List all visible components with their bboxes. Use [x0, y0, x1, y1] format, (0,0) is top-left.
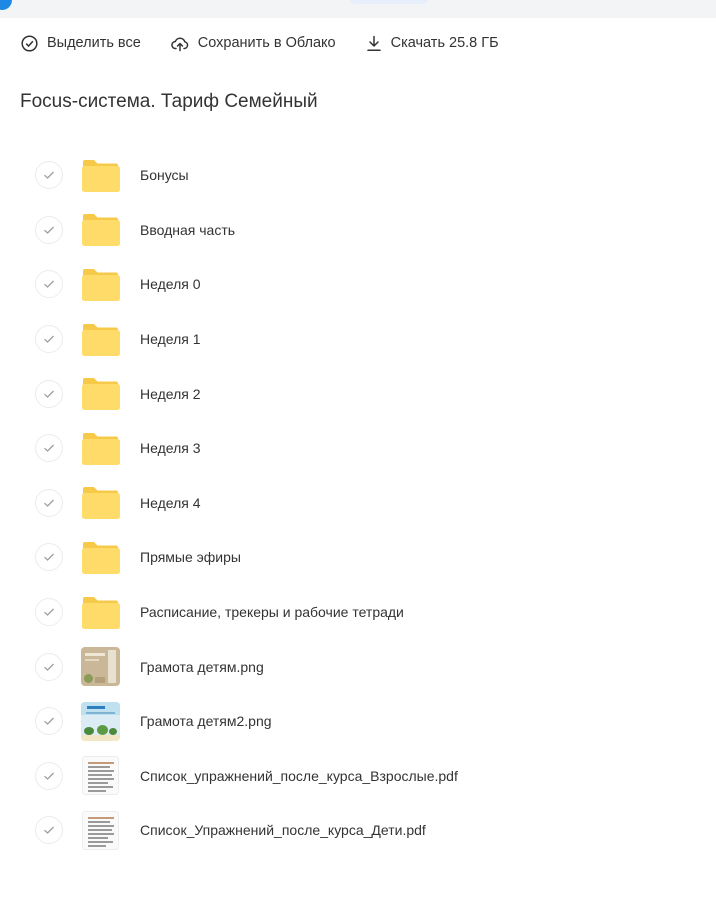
select-checkbox[interactable] — [35, 325, 63, 354]
file-list: Бонусы Вводная часть Неделя 0 Неделя 1 Недел… — [0, 148, 716, 858]
image-thumbnail-icon — [81, 701, 120, 741]
toolbar: Выделить все Сохранить в Облако Скачать … — [21, 30, 529, 56]
list-item[interactable]: Вводная часть — [0, 203, 716, 258]
download-icon — [366, 35, 381, 51]
item-name: Неделя 3 — [140, 440, 201, 457]
select-checkbox[interactable] — [35, 761, 63, 790]
check-circle-icon — [21, 34, 38, 52]
item-name: Неделя 4 — [140, 494, 201, 511]
item-name: Грамота детям.png — [140, 658, 264, 675]
select-checkbox[interactable] — [35, 543, 63, 572]
select-checkbox[interactable] — [35, 215, 63, 244]
checkmark-icon — [44, 772, 54, 780]
checkmark-icon — [44, 717, 54, 726]
download-label: Скачать 25.8 ГБ — [390, 35, 499, 51]
checkmark-icon — [44, 281, 54, 289]
folder-icon — [81, 320, 120, 359]
page-title: Focus-система. Тариф Семейный — [20, 91, 318, 112]
list-item[interactable]: Расписание, трекеры и рабочие тетради — [0, 585, 716, 640]
item-name: Бонусы — [140, 167, 189, 184]
folder-icon — [81, 210, 120, 249]
folder-icon — [81, 429, 120, 468]
save-to-cloud-button[interactable]: Сохранить в Облако — [170, 35, 336, 52]
item-name: Неделя 2 — [140, 385, 201, 402]
top-strip — [0, 0, 716, 18]
list-item[interactable]: Список_Упражнений_после_курса_Дети.pdf — [0, 803, 716, 858]
checkmark-icon — [44, 444, 54, 453]
pdf-thumbnail-icon — [81, 810, 120, 850]
checkmark-icon — [44, 226, 54, 234]
download-button[interactable]: Скачать 25.8 ГБ — [366, 35, 499, 52]
header-pill[interactable] — [350, 0, 428, 4]
folder-icon — [81, 483, 120, 522]
checkmark-icon — [44, 499, 54, 507]
item-name: Неделя 1 — [140, 331, 201, 348]
folder-icon — [81, 538, 120, 577]
select-checkbox[interactable] — [35, 816, 63, 845]
select-checkbox[interactable] — [35, 598, 63, 627]
list-item[interactable]: Грамота детям.png — [0, 639, 716, 694]
list-item[interactable]: Неделя 1 — [0, 312, 716, 367]
folder-icon — [81, 265, 120, 304]
folder-icon — [81, 374, 120, 413]
list-item[interactable]: Грамота детям2.png — [0, 694, 716, 749]
select-checkbox[interactable] — [35, 488, 63, 517]
select-checkbox[interactable] — [35, 434, 63, 463]
folder-icon — [81, 593, 120, 632]
save-to-cloud-label: Сохранить в Облако — [197, 35, 336, 51]
item-name: Список_Упражнений_после_курса_Дети.pdf — [140, 822, 426, 839]
list-item[interactable]: Неделя 2 — [0, 366, 716, 421]
select-checkbox[interactable] — [35, 379, 63, 408]
list-item[interactable]: Неделя 3 — [0, 421, 716, 476]
item-name: Вводная часть — [140, 221, 236, 238]
checkmark-icon — [44, 553, 54, 562]
select-checkbox[interactable] — [35, 270, 63, 299]
select-checkbox[interactable] — [35, 161, 63, 190]
list-item[interactable]: Прямые эфиры — [0, 530, 716, 585]
cloud-upload-icon — [170, 37, 189, 51]
item-name: Грамота детям2.png — [140, 713, 272, 730]
checkmark-icon — [44, 335, 54, 343]
checkmark-icon — [44, 390, 54, 398]
select-checkbox[interactable] — [35, 652, 63, 681]
select-all-button[interactable]: Выделить все — [21, 34, 141, 52]
checkmark-icon — [44, 171, 54, 180]
image-thumbnail-icon — [81, 647, 120, 687]
checkmark-icon — [44, 663, 54, 671]
checkmark-icon — [44, 826, 54, 835]
list-item[interactable]: Бонусы — [0, 148, 716, 203]
checkmark-icon — [44, 608, 54, 616]
list-item[interactable]: Неделя 4 — [0, 476, 716, 531]
header-avatar[interactable] — [0, 0, 12, 10]
list-item[interactable]: Неделя 0 — [0, 257, 716, 312]
list-item[interactable]: Список_упражнений_после_курса_Взрослые.p… — [0, 749, 716, 804]
pdf-thumbnail-icon — [81, 756, 120, 796]
item-name: Неделя 0 — [140, 276, 201, 293]
item-name: Расписание, трекеры и рабочие тетради — [140, 604, 404, 621]
select-checkbox[interactable] — [35, 707, 63, 736]
folder-icon — [81, 156, 120, 195]
select-all-label: Выделить все — [47, 35, 141, 51]
item-name: Прямые эфиры — [140, 549, 241, 566]
item-name: Список_упражнений_после_курса_Взрослые.p… — [140, 767, 458, 784]
